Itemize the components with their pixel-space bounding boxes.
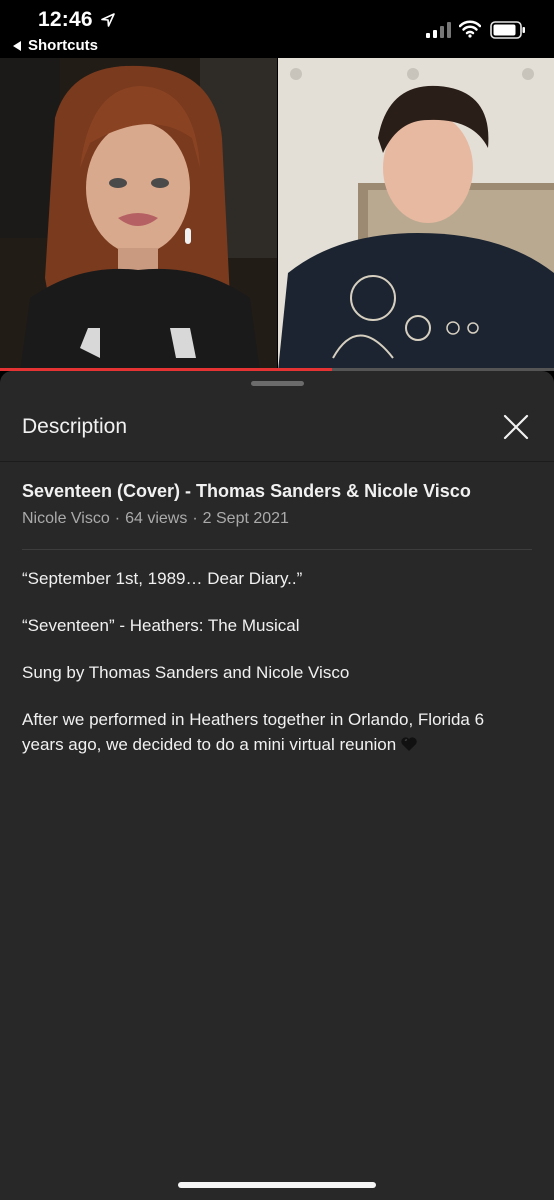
- description-paragraph: “Seventeen” - Heathers: The Musical: [22, 616, 300, 635]
- video-player[interactable]: [0, 58, 554, 371]
- battery-icon: [490, 21, 525, 39]
- description-paragraph: After we performed in Heathers together …: [22, 707, 512, 757]
- location-arrow-icon: [101, 13, 115, 27]
- wifi-icon: [459, 20, 481, 38]
- description-paragraph: Sung by Thomas Sanders and Nicole Visco: [22, 663, 350, 682]
- header-divider: [22, 549, 532, 550]
- sheet-title: Description: [22, 415, 128, 438]
- upload-date: 2 Sept 2021: [202, 510, 289, 527]
- channel-name[interactable]: Nicole Visco: [22, 510, 110, 527]
- video-frame-left: [0, 58, 277, 371]
- video-frame-left-image: [0, 58, 277, 371]
- status-bar: 12:46 Shortcuts: [0, 0, 554, 58]
- back-to-shortcuts-link[interactable]: Shortcuts: [13, 37, 98, 54]
- sheet-drag-handle[interactable]: [251, 381, 304, 386]
- status-time: 12:46: [38, 8, 93, 31]
- back-link-label: Shortcuts: [28, 37, 99, 54]
- description-paragraph: “September 1st, 1989… Dear Diary..”: [22, 569, 303, 588]
- sheet-header: Description: [0, 391, 554, 462]
- cellular-signal-icon: [426, 22, 451, 38]
- meta-separator: ·: [114, 510, 121, 527]
- video-meta: Nicole Visco · 64 views · 2 Sept 2021: [22, 510, 289, 528]
- description-sheet: Description Seventeen (Cover) - Thomas S…: [0, 371, 554, 1200]
- home-indicator[interactable]: [178, 1182, 376, 1188]
- back-arrow-icon: [13, 40, 21, 51]
- video-title: Seventeen (Cover) - Thomas Sanders & Nic…: [22, 481, 471, 501]
- meta-separator: ·: [192, 510, 198, 527]
- video-frame-right-image: [278, 58, 554, 371]
- video-frame-right: [278, 58, 554, 371]
- view-count: 64 views: [125, 510, 188, 527]
- black-heart-icon: [401, 737, 417, 751]
- close-icon[interactable]: [498, 409, 534, 445]
